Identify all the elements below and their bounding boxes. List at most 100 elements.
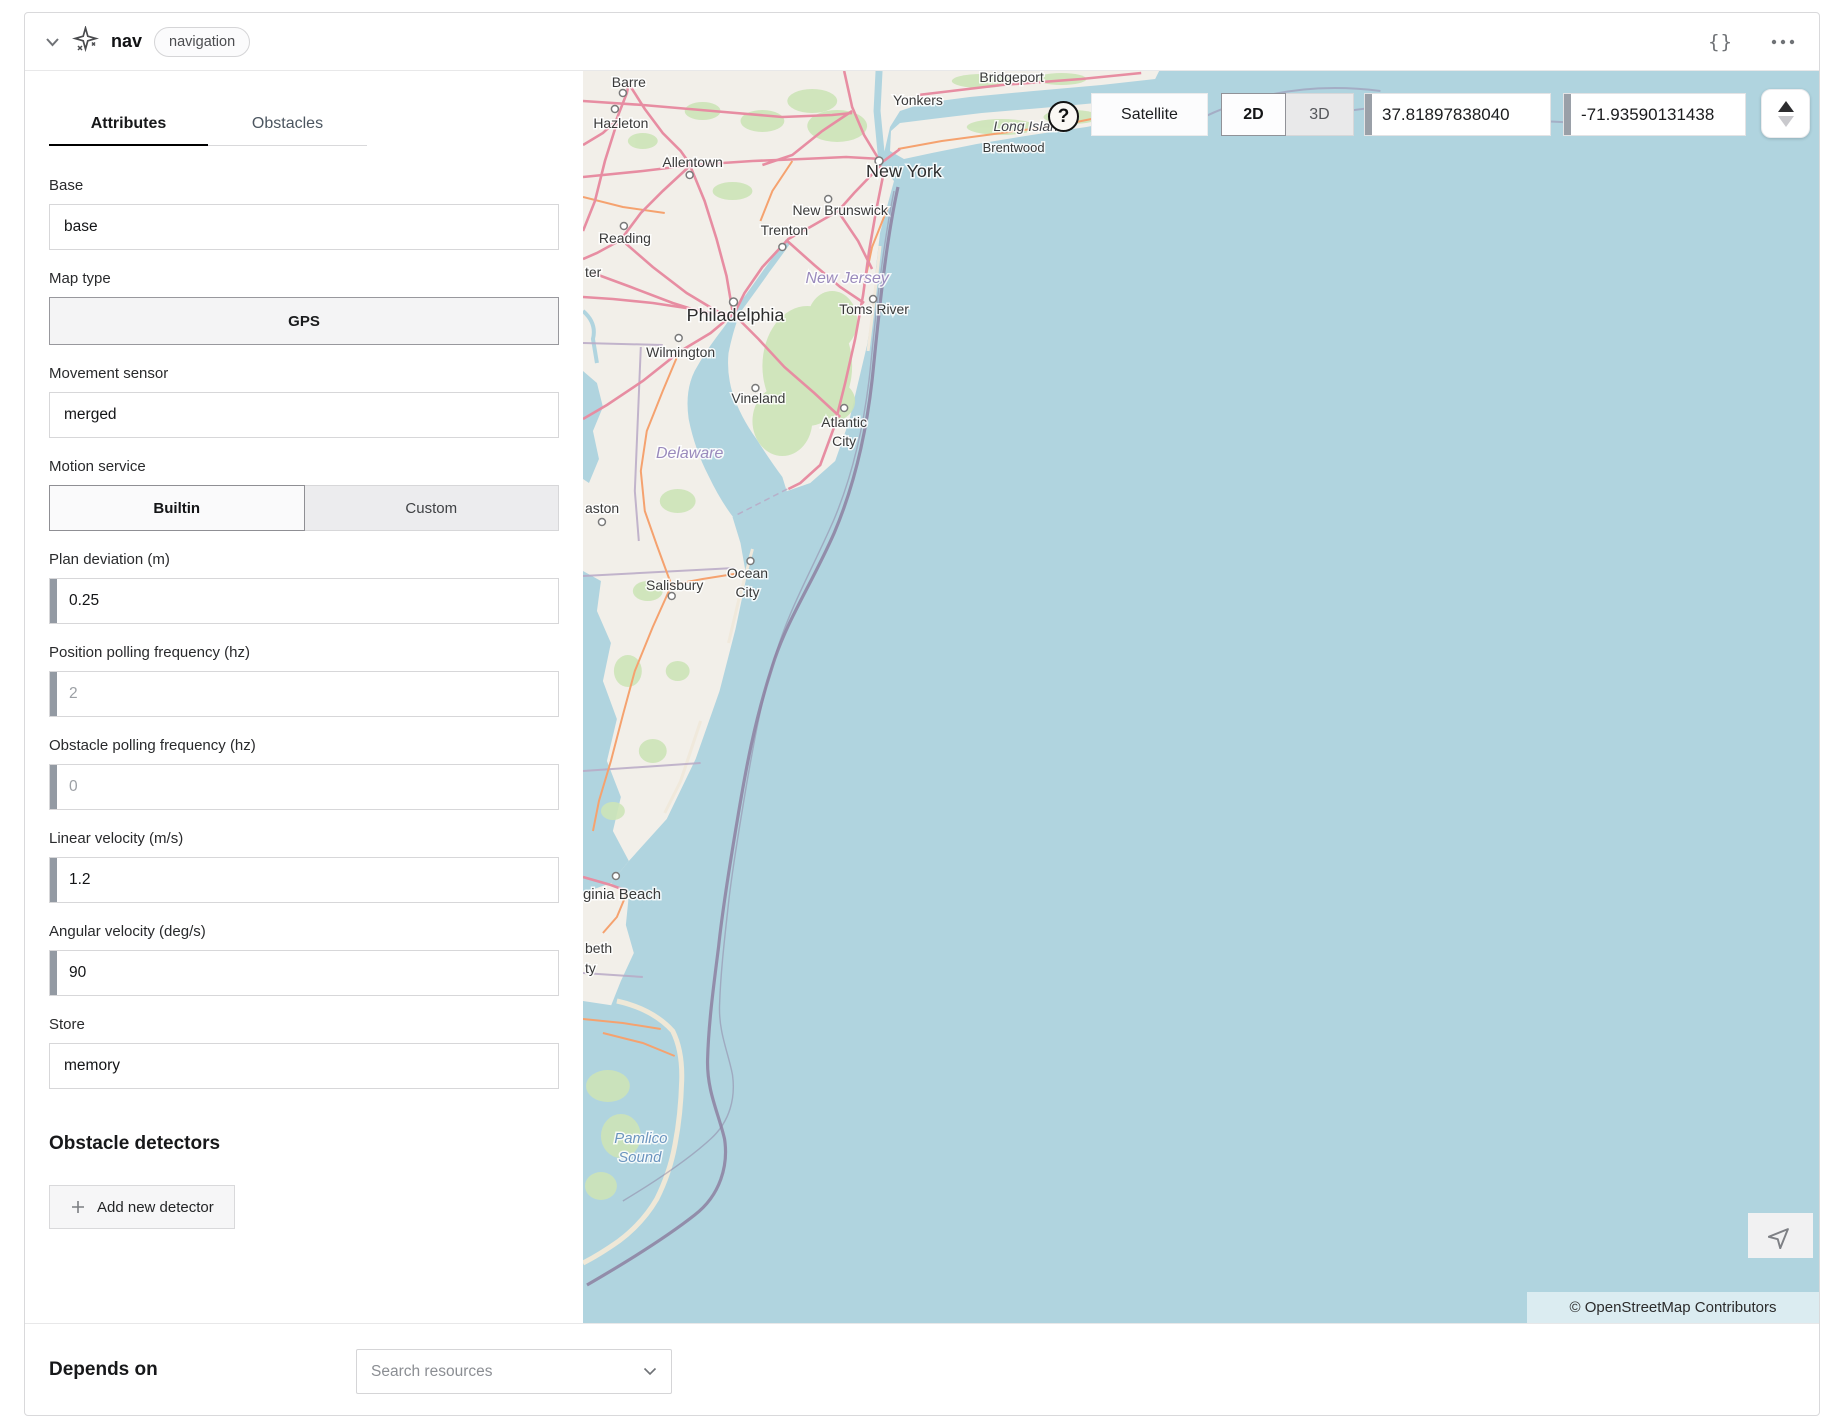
- linear-velocity-input[interactable]: [50, 858, 558, 902]
- map-label-city: ginia Beach: [583, 886, 661, 903]
- obstacle-polling-label: Obstacle polling frequency (hz): [49, 735, 559, 756]
- position-polling-label: Position polling frequency (hz): [49, 642, 559, 663]
- card-body: Attributes Obstacles Base Map type GPS M…: [25, 71, 1819, 1323]
- map-type-gps-button[interactable]: GPS: [49, 297, 559, 345]
- zoom-stepper[interactable]: [1761, 89, 1810, 138]
- map-label-city: New Brunswick: [793, 202, 888, 218]
- navigation-service-icon: [72, 26, 99, 58]
- number-drag-handle[interactable]: [50, 951, 57, 995]
- map-label-state: New Jersey: [806, 270, 890, 287]
- longitude-field: [1563, 93, 1746, 136]
- longitude-input[interactable]: [1564, 94, 1745, 135]
- base-input[interactable]: [49, 204, 559, 250]
- search-resources-placeholder: Search resources: [371, 1363, 643, 1381]
- linear-velocity-label: Linear velocity (m/s): [49, 828, 559, 849]
- map-label-city: Vineland: [731, 390, 785, 406]
- map-label-city: aston: [585, 500, 619, 516]
- map-label-city: ty: [585, 960, 596, 976]
- map-label-city: Wilmington: [646, 344, 715, 360]
- number-drag-handle[interactable]: [1365, 94, 1372, 135]
- tab-bar: Attributes Obstacles: [49, 106, 367, 146]
- store-label: Store: [49, 1014, 559, 1035]
- map-label-city: Trenton: [761, 222, 809, 238]
- number-drag-handle[interactable]: [50, 579, 57, 623]
- map-tiles: Barre Hazleton Allentown Reading ter Phi…: [583, 71, 1819, 1323]
- plan-deviation-label: Plan deviation (m): [49, 549, 559, 570]
- resource-name: nav: [111, 31, 142, 52]
- map-type-label: Map type: [49, 268, 559, 289]
- add-detector-label: Add new detector: [97, 1199, 214, 1216]
- map-label-water: Pamlico: [614, 1130, 667, 1147]
- base-label: Base: [49, 175, 559, 196]
- navigation-arrow-icon: [1768, 1223, 1794, 1249]
- view-2d-button[interactable]: 2D: [1221, 93, 1286, 136]
- movement-sensor-label: Movement sensor: [49, 363, 559, 384]
- map-label-city: Allentown: [662, 154, 722, 170]
- motion-service-toggle: Builtin Custom: [49, 485, 559, 531]
- map-attribution: © OpenStreetMap Contributors: [1527, 1292, 1819, 1323]
- latitude-input[interactable]: [1365, 94, 1550, 135]
- number-drag-handle[interactable]: [50, 858, 57, 902]
- plan-deviation-input[interactable]: [50, 579, 558, 623]
- chevron-down-icon: [643, 1367, 657, 1376]
- tab-attributes[interactable]: Attributes: [49, 106, 208, 146]
- depends-on-heading: Depends on: [49, 1359, 158, 1381]
- position-polling-input[interactable]: [50, 672, 558, 716]
- plan-deviation-field: [49, 578, 559, 624]
- motion-service-builtin-button[interactable]: Builtin: [49, 485, 305, 531]
- attributes-form: Attributes Obstacles Base Map type GPS M…: [25, 71, 583, 1323]
- map-label-city: Salisbury: [646, 577, 703, 593]
- map-label-city: New York: [866, 161, 943, 181]
- resource-card: nav navigation {} Attributes Obstacles B…: [24, 12, 1820, 1416]
- number-drag-handle[interactable]: [1564, 94, 1571, 135]
- plus-icon: [70, 1199, 86, 1215]
- angular-velocity-input[interactable]: [50, 951, 558, 995]
- view-3d-button[interactable]: 3D: [1286, 93, 1354, 136]
- map-label-city: Brentwood: [983, 140, 1045, 155]
- map-label-city: Toms River: [839, 301, 909, 317]
- map-label-city: Hazleton: [593, 115, 648, 131]
- map-label-state: Delaware: [656, 445, 723, 462]
- number-drag-handle[interactable]: [50, 672, 57, 716]
- position-polling-field: [49, 671, 559, 717]
- angular-velocity-field: [49, 950, 559, 996]
- card-footer: Depends on Search resources: [25, 1323, 1819, 1416]
- map-label-city: beth: [585, 940, 612, 956]
- number-drag-handle[interactable]: [50, 765, 57, 809]
- map-label-city: Barre: [612, 74, 646, 90]
- obstacle-polling-input[interactable]: [50, 765, 558, 809]
- latitude-field: [1364, 93, 1551, 136]
- map-canvas[interactable]: Barre Hazleton Allentown Reading ter Phi…: [583, 71, 1819, 1323]
- map-label-city: City: [735, 584, 759, 600]
- map-label-city: Yonkers: [893, 92, 943, 108]
- map-label-city: ter: [585, 264, 602, 280]
- locate-button[interactable]: [1748, 1213, 1813, 1258]
- store-input[interactable]: [49, 1043, 559, 1089]
- code-json-icon[interactable]: {}: [1708, 31, 1733, 53]
- linear-velocity-field: [49, 857, 559, 903]
- step-down-icon[interactable]: [1778, 116, 1794, 127]
- map-label-city: Philadelphia: [687, 305, 785, 325]
- map-label-city: Reading: [599, 230, 651, 246]
- obstacle-polling-field: [49, 764, 559, 810]
- collapse-chevron-icon[interactable]: [45, 37, 60, 47]
- motion-service-label: Motion service: [49, 456, 559, 477]
- map-label-water: Sound: [618, 1149, 662, 1166]
- movement-sensor-input[interactable]: [49, 392, 559, 438]
- motion-service-custom-button[interactable]: Custom: [305, 485, 560, 531]
- map-label-city: Bridgeport: [979, 71, 1043, 85]
- tab-obstacles[interactable]: Obstacles: [208, 106, 367, 146]
- angular-velocity-label: Angular velocity (deg/s): [49, 921, 559, 942]
- more-menu-icon[interactable]: [1771, 39, 1795, 45]
- map-label-city: Atlantic: [821, 414, 867, 430]
- help-icon[interactable]: ?: [1048, 101, 1079, 132]
- obstacle-detectors-heading: Obstacle detectors: [49, 1133, 559, 1155]
- card-header: nav navigation {}: [25, 13, 1819, 71]
- map-label-city: City: [832, 433, 856, 449]
- resource-type-badge: navigation: [154, 27, 250, 57]
- satellite-toggle-button[interactable]: Satellite: [1091, 93, 1208, 136]
- step-up-icon[interactable]: [1778, 101, 1794, 112]
- map-label-city: Ocean: [727, 565, 768, 581]
- add-detector-button[interactable]: Add new detector: [49, 1185, 235, 1229]
- search-resources-select[interactable]: Search resources: [356, 1349, 672, 1394]
